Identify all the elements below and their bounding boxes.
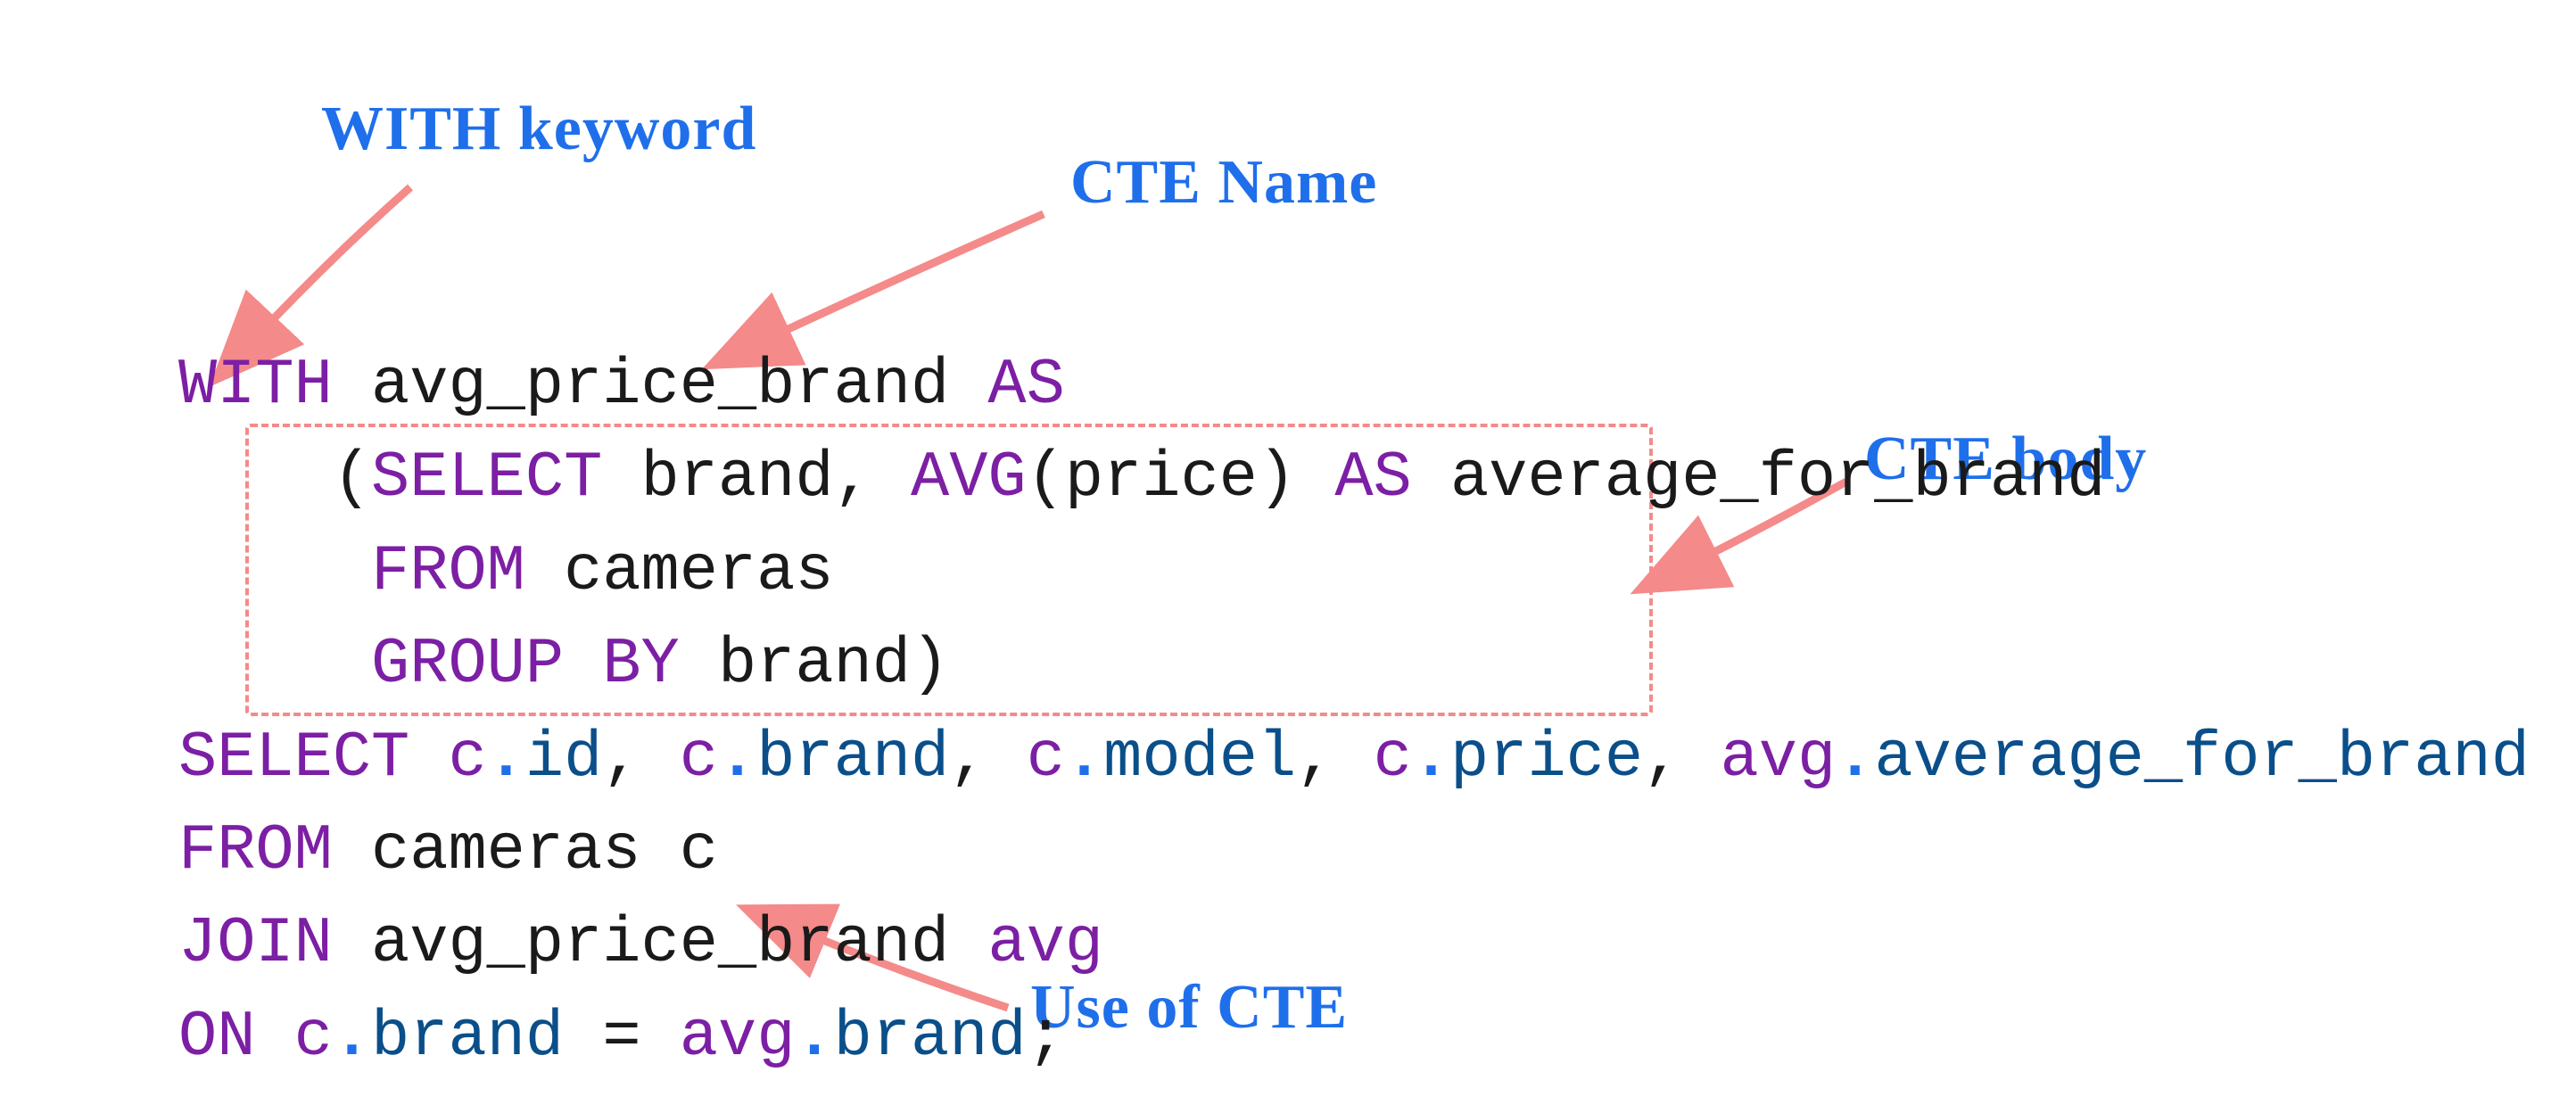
dot-2: . (718, 722, 756, 795)
kw-as-2: AS (1334, 441, 1411, 515)
code-line-4: GROUP BY brand) (178, 628, 949, 701)
dot-4: . (1412, 722, 1450, 795)
arrow-cte-name (740, 205, 1061, 357)
alias-c: c (680, 814, 718, 887)
kw-select-cte: SELECT (371, 441, 602, 515)
annot-with-keyword: WITH keyword (321, 94, 756, 165)
indent-l3 (178, 535, 371, 608)
code-line-2: (SELECT brand, AVG(price) AS average_for… (178, 441, 2106, 515)
fn-avg: AVG (911, 441, 1027, 515)
alias-avg-for-brand: average_for_brand (1450, 441, 2106, 515)
col-brand-5: brand (834, 1001, 1027, 1074)
paren-open-1: ( (333, 441, 371, 515)
qual-c-2: c (680, 722, 718, 795)
kw-join: JOIN (178, 907, 333, 980)
comma-4: , (1296, 722, 1334, 795)
kw-as: AS (987, 349, 1064, 422)
kw-select-main: SELECT (178, 722, 409, 795)
dot-5: . (1836, 722, 1874, 795)
semicolon: ; (1027, 1001, 1065, 1074)
code-line-8: ON c.brand = avg.brand; (178, 1001, 1065, 1074)
comma-2: , (602, 722, 640, 795)
qual-c-1: c (448, 722, 486, 795)
paren-close-1: ) (911, 628, 949, 701)
arrow-with-keyword (232, 178, 446, 348)
dot-1: . (487, 722, 525, 795)
code-line-6: FROM cameras c (178, 814, 718, 887)
col-model: model (1103, 722, 1296, 795)
cte-name: avg_price_brand (371, 349, 949, 422)
paren-close-2: ) (1258, 441, 1296, 515)
comma-5: , (1643, 722, 1681, 795)
dot-6: . (333, 1001, 371, 1074)
kw-from-main: FROM (178, 814, 333, 887)
col-brand-1: brand (641, 441, 834, 515)
kw-on: ON (178, 1001, 255, 1074)
alias-avg-2: avg (987, 907, 1103, 980)
qual-c-3: c (1027, 722, 1065, 795)
col-brand-2: brand (718, 628, 911, 701)
diagram-canvas: WITH keyword CTE Name CTE body Use of CT… (0, 0, 2576, 1105)
col-id: id (525, 722, 602, 795)
tbl-cameras-cte: cameras (564, 535, 833, 608)
annot-cte-name: CTE Name (1070, 147, 1377, 219)
indent-l2 (178, 441, 333, 515)
eq-op: = (602, 1001, 640, 1074)
col-avg-for-brand: average_for_brand (1874, 722, 2530, 795)
col-price-1: price (1065, 441, 1258, 515)
qual-c-4: c (1374, 722, 1412, 795)
kw-from-cte: FROM (371, 535, 525, 608)
qual-c-5: c (294, 1001, 333, 1074)
col-brand-4: brand (371, 1001, 564, 1074)
dot-7: . (795, 1001, 833, 1074)
code-line-1: WITH avg_price_brand AS (178, 349, 1065, 422)
comma-1: , (834, 441, 872, 515)
comma-3: , (949, 722, 987, 795)
tbl-avg-price-brand: avg_price_brand (371, 907, 949, 980)
paren-open-2: ( (1027, 441, 1065, 515)
code-line-7: JOIN avg_price_brand avg (178, 907, 1103, 980)
sql-code: WITH avg_price_brand AS (SELECT brand, A… (178, 339, 2530, 1084)
qual-avg: avg (1721, 722, 1837, 795)
indent-l4 (178, 628, 371, 701)
code-line-3: FROM cameras (178, 535, 834, 608)
code-line-5: SELECT c.id, c.brand, c.model, c.price, … (178, 722, 2530, 795)
kw-with: WITH (178, 349, 333, 422)
qual-avg-3: avg (680, 1001, 796, 1074)
col-brand-3: brand (756, 722, 949, 795)
kw-by: BY (602, 628, 679, 701)
kw-group: GROUP (371, 628, 564, 701)
tbl-cameras: cameras (371, 814, 640, 887)
dot-3: . (1065, 722, 1103, 795)
col-price-2: price (1450, 722, 1643, 795)
